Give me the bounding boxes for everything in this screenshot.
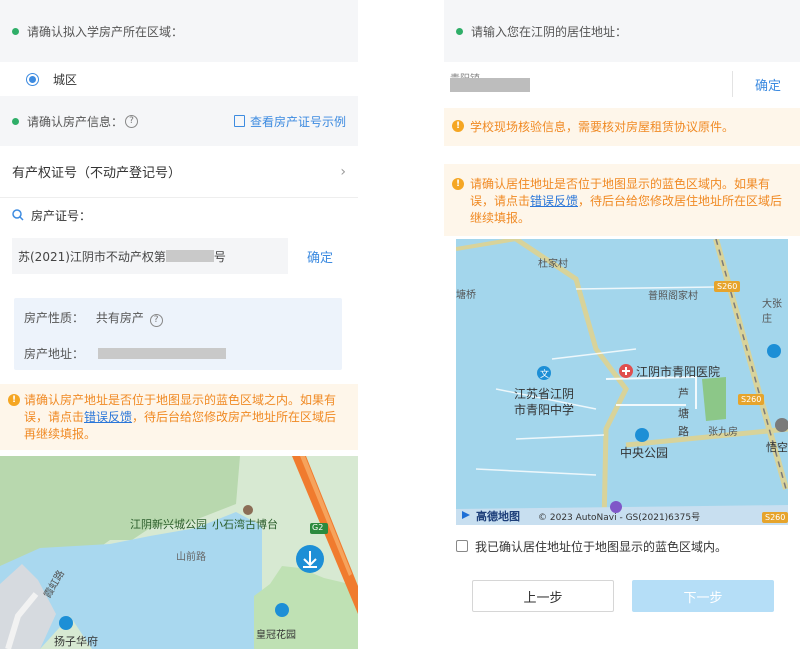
- map-badge-1: S260: [717, 282, 738, 291]
- nature-value: 共有房产: [95, 311, 144, 325]
- right-map[interactable]: 杜家村 普照阁家村 大张庄 塘桥 江阴市青阳医院 文 江苏省江阴 市青阳中学 芦…: [456, 239, 788, 525]
- search-icon: [12, 209, 24, 221]
- region-option-label: 城区: [53, 72, 78, 87]
- map-label-highway: G2: [312, 523, 324, 532]
- help-icon[interactable]: ?: [149, 313, 163, 327]
- map-label-park: 江阴新兴城公园: [130, 518, 207, 531]
- map-label-school-glyph: 文: [540, 370, 550, 380]
- map-label-village3: 大张庄: [762, 299, 782, 325]
- map-label-road3: 路: [678, 425, 689, 438]
- nature-row: 房产性质： 共有房产 ?: [24, 309, 163, 327]
- left-panel: 请确认拟入学房产所在区域： 城区 请确认房产信息： ? 查看房产证号示例 有产权…: [0, 0, 358, 649]
- map-badge-2: S260: [741, 395, 762, 404]
- map-label-lane: 塘桥: [456, 290, 476, 301]
- map-label-garden: 皇冠花园: [256, 630, 296, 641]
- map-copyright: © 2023 AutoNavi - GS(2021)6375号: [538, 513, 701, 523]
- house-info-prompt: 请确认房产信息：: [27, 114, 124, 129]
- map-badge-3: S260: [765, 513, 786, 522]
- house-info-card: 房产性质： 共有房产 ? 房产地址：: [14, 298, 342, 370]
- divider: [732, 71, 733, 97]
- confirm-checkbox-row[interactable]: 我已确认居住地址位于地图显示的蓝色区域内。: [444, 536, 800, 556]
- radio-selected-icon[interactable]: [26, 72, 39, 86]
- map-label-road2: 塘: [678, 407, 689, 420]
- map-label-hill: 山前路: [176, 552, 206, 563]
- warning-box: ! 请确认房产地址是否位于地图显示的蓝色区域之内。如果有误，请点击错误反馈，待后…: [0, 384, 358, 450]
- address-prompt-row: 请输入您在江阴的居住地址：: [444, 0, 800, 62]
- address-input-row: 青阳镇 确定: [444, 64, 800, 104]
- school-notice: ! 学校现场核验信息，需要核对房屋租赁协议原件。: [444, 108, 800, 146]
- redacted-address: [450, 78, 530, 92]
- cert-type-row[interactable]: 有产权证号（不动产登记号） ›: [0, 146, 358, 198]
- house-info-row: 请确认房产信息： ? 查看房产证号示例: [0, 96, 358, 146]
- nature-label: 房产性质：: [24, 311, 85, 325]
- cert-type-label: 有产权证号（不动产登记号）: [12, 166, 182, 181]
- cert-input-row: 苏(2021)江阴市不动产权第 号 确定: [0, 238, 358, 274]
- map-label-museum: 小石湾古博台: [212, 518, 278, 531]
- address-input[interactable]: 青阳镇: [450, 64, 732, 104]
- left-map[interactable]: 江阴新兴城公园 小石湾古博台 山前路 霞虹路 G2 皇冠花园 扬子华府: [0, 456, 358, 649]
- map-label-village2: 普照阁家村: [648, 291, 698, 302]
- map-label-hospital: 江阴市青阳医院: [636, 365, 721, 379]
- confirm-checkbox-label: 我已确认居住地址位于地图显示的蓝色区域内。: [475, 539, 728, 554]
- map-label-park: 中央公园: [620, 446, 669, 460]
- address-confirm-button[interactable]: 确定: [755, 75, 781, 94]
- right-panel: 请输入您在江阴的居住地址： 青阳镇 确定 ! 学校现场核验信息，需要核对房屋租赁…: [444, 0, 800, 649]
- redacted-address: [98, 348, 227, 359]
- chevron-right-icon[interactable]: ›: [340, 164, 346, 180]
- region-prompt: 请确认拟入学房产所在区域：: [27, 24, 184, 39]
- cert-search-row: 房产证号：: [0, 198, 358, 232]
- warning-icon: !: [452, 120, 464, 132]
- error-feedback-link[interactable]: 错误反馈: [84, 410, 132, 424]
- map-label-school-line1: 江苏省江阴: [514, 387, 575, 401]
- green-dot-icon: [12, 117, 19, 125]
- warning-box: ! 请确认居住地址是否位于地图显示的蓝色区域内。如果有误，请点击错误反馈，待后台…: [444, 164, 800, 236]
- green-dot-icon: [456, 27, 463, 35]
- view-example-link[interactable]: 查看房产证号示例: [250, 113, 346, 130]
- document-icon[interactable]: [233, 115, 245, 127]
- cert-value-suffix: 号: [213, 249, 226, 264]
- map-label-side: 悟空: [766, 441, 788, 454]
- map-label-bottom: 扬子华府: [54, 635, 98, 648]
- address-prompt: 请输入您在江阴的居住地址：: [471, 24, 628, 39]
- green-dot-icon: [12, 27, 19, 35]
- address-label: 房产地址：: [24, 347, 85, 361]
- region-option-row[interactable]: 城区: [0, 62, 358, 96]
- cert-input[interactable]: 苏(2021)江阴市不动产权第 号: [12, 238, 288, 274]
- warning-icon: !: [8, 394, 20, 406]
- error-feedback-link[interactable]: 错误反馈: [530, 194, 578, 208]
- map-label-school-line2: 市青阳中学: [514, 403, 575, 417]
- region-prompt-row: 请确认拟入学房产所在区域：: [0, 0, 358, 62]
- map-label-road1: 芦: [678, 387, 689, 400]
- address-row: 房产地址：: [24, 345, 227, 362]
- school-notice-text: 学校现场核验信息，需要核对房屋租赁协议原件。: [470, 120, 735, 134]
- checkbox[interactable]: [456, 540, 468, 552]
- map-label-village1: 杜家村: [538, 259, 568, 270]
- prev-button[interactable]: 上一步: [472, 580, 614, 612]
- cert-confirm-button[interactable]: 确定: [307, 247, 333, 266]
- cert-value-prefix: 苏(2021)江阴市不动产权第: [18, 249, 166, 264]
- map-label-road-zhang: 张九房: [708, 427, 738, 438]
- next-button[interactable]: 下一步: [632, 580, 774, 612]
- cert-search-label: 房产证号：: [31, 208, 92, 223]
- warning-icon: !: [452, 178, 464, 190]
- help-icon[interactable]: ?: [125, 114, 139, 128]
- redacted-block: [165, 250, 214, 262]
- map-logo: 高德地图: [476, 510, 520, 523]
